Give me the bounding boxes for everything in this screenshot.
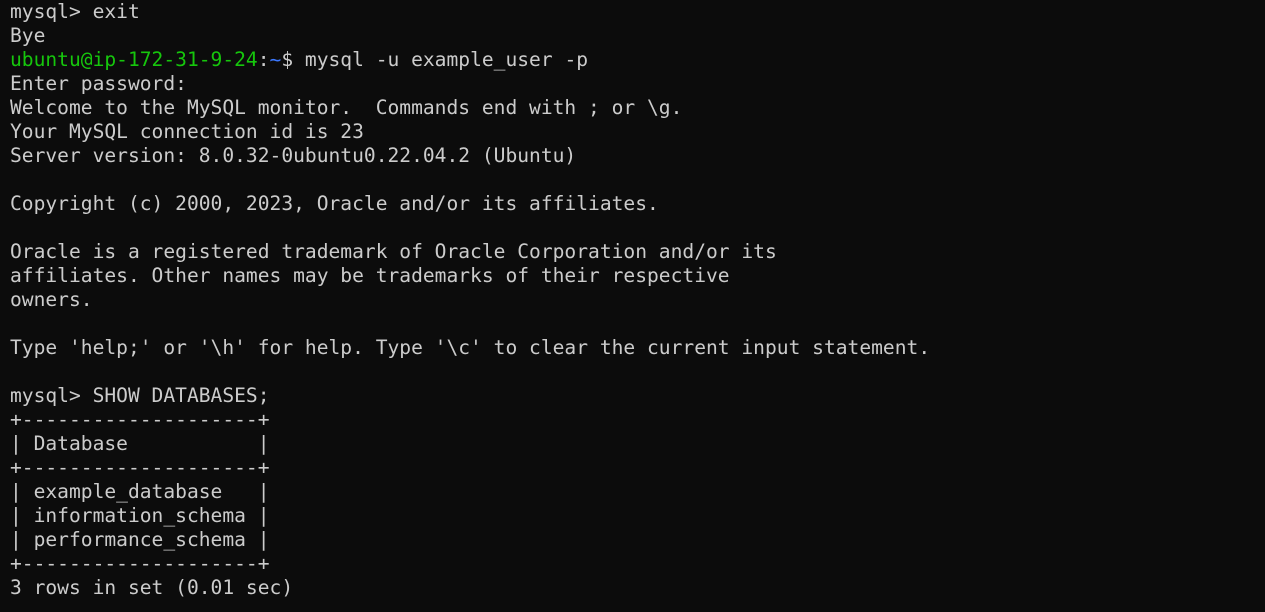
output-line: | example_database | (10, 480, 270, 503)
shell-prompt-line: ubuntu@ip-172-31-9-24:~$ mysql -u exampl… (10, 48, 1265, 72)
output-line: Your MySQL connection id is 23 (10, 120, 364, 143)
prompt-colon: : (257, 48, 270, 71)
output-line: +--------------------+ (10, 456, 270, 479)
output-line: | information_schema | (10, 504, 270, 527)
output-line: owners. (10, 288, 93, 311)
output-line: Oracle is a registered trademark of Orac… (10, 240, 777, 263)
terminal-window[interactable]: mysql> exit Bye ubuntu@ip-172-31-9-24:~$ m… (0, 0, 1265, 612)
output-line: Type 'help;' or '\h' for help. Type '\c'… (10, 336, 931, 359)
prompt-dollar-sign: $ (281, 48, 294, 71)
output-line: +--------------------+ (10, 552, 270, 575)
prompt-user-host: ubuntu@ip-172-31-9-24 (10, 48, 258, 71)
output-line: affiliates. Other names may be trademark… (10, 264, 730, 287)
terminal-output: mysql> exit Bye ubuntu@ip-172-31-9-24:~$ m… (10, 0, 1265, 600)
output-line: +--------------------+ (10, 408, 270, 431)
output-line: Enter password: (10, 72, 187, 95)
output-line: Server version: 8.0.32-0ubuntu0.22.04.2 … (10, 144, 577, 167)
output-line: 3 rows in set (0.01 sec) (10, 576, 294, 599)
output-line: Copyright (c) 2000, 2023, Oracle and/or … (10, 192, 659, 215)
output-line: | Database | (10, 432, 270, 455)
output-line: Welcome to the MySQL monitor. Commands e… (10, 96, 683, 119)
shell-command: mysql -u example_user -p (293, 48, 589, 71)
output-line: mysql> SHOW DATABASES; (10, 384, 270, 407)
output-line: mysql> exit (10, 0, 140, 23)
output-line: Bye (10, 24, 46, 47)
prompt-path: ~ (269, 48, 282, 71)
output-line: | performance_schema | (10, 528, 270, 551)
